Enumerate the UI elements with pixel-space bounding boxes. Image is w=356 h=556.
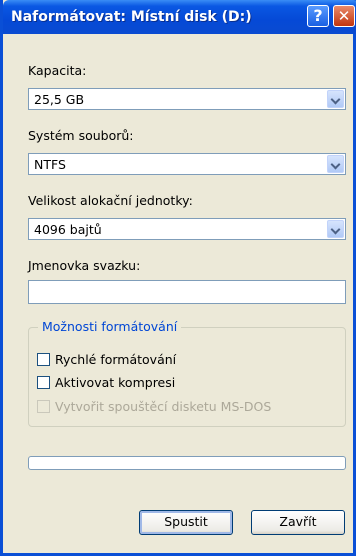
quick-format-checkbox[interactable] — [37, 353, 50, 366]
close-button[interactable]: Zavřít — [251, 510, 345, 535]
window-title: Naformátovat: Místní disk (D:) — [11, 9, 252, 25]
msdos-startup-label: Vytvořit spouštěcí disketu MS-DOS — [55, 399, 272, 414]
volume-label-label: Jmenovka svazku: — [28, 258, 141, 273]
start-button[interactable]: Spustit — [139, 510, 233, 535]
chevron-down-icon[interactable] — [327, 90, 344, 108]
capacity-select[interactable]: 25,5 GB — [28, 88, 346, 110]
title-bar[interactable]: Naformátovat: Místní disk (D:) ? ✕ — [3, 0, 356, 34]
quick-format-label: Rychlé formátování — [55, 352, 177, 367]
format-dialog: Naformátovat: Místní disk (D:) ? ✕ — [0, 0, 356, 556]
chevron-down-icon[interactable] — [327, 220, 344, 238]
chevron-down-icon[interactable] — [327, 155, 344, 173]
allocation-select[interactable]: 4096 bajtů — [28, 218, 346, 240]
msdos-startup-checkbox — [37, 400, 50, 413]
capacity-value: 25,5 GB — [34, 92, 85, 107]
format-options-title: Možnosti formátování — [38, 319, 182, 334]
filesystem-label: Systém souborů: — [28, 128, 134, 143]
allocation-value: 4096 bajtů — [34, 222, 102, 237]
capacity-label: Kapacita: — [28, 63, 87, 78]
filesystem-select[interactable]: NTFS — [28, 153, 346, 175]
help-icon: ? — [313, 6, 323, 25]
close-icon: ✕ — [337, 7, 351, 25]
volume-label-input[interactable] — [28, 280, 346, 304]
filesystem-value: NTFS — [34, 157, 66, 172]
close-window-button[interactable]: ✕ — [333, 5, 355, 27]
compression-label: Aktivovat kompresi — [55, 375, 176, 390]
format-progress-bar — [28, 456, 346, 470]
compression-checkbox[interactable] — [37, 376, 50, 389]
allocation-label: Velikost alokační jednotky: — [28, 193, 193, 208]
help-button[interactable]: ? — [307, 5, 329, 27]
